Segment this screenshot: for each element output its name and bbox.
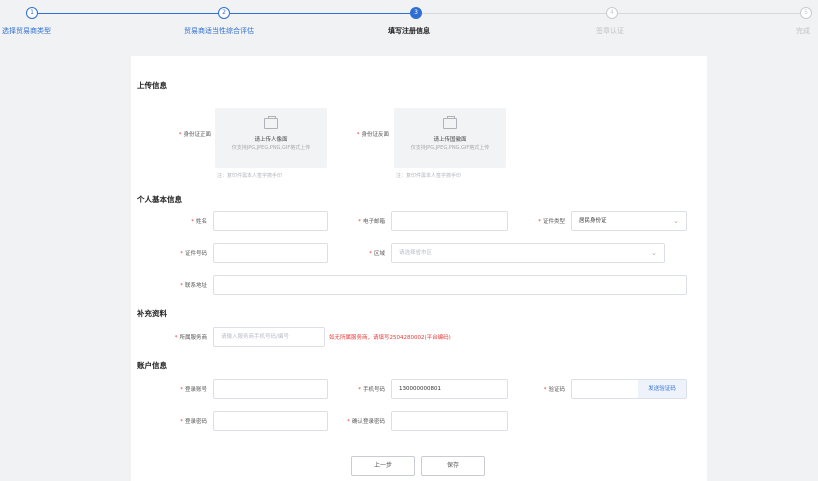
label-email: * 电子邮箱: [358, 219, 385, 225]
step-2-label: 贸易商适当性综合评估: [184, 27, 254, 35]
label-password: * 登录密码: [180, 419, 207, 425]
step-5-label: 完成: [796, 27, 810, 35]
label-id-number: * 证件号码: [180, 251, 207, 257]
chevron-down-icon: ⌄: [673, 217, 679, 225]
registration-form: 上传信息 * 身份证正面 请上传人像面 仅支持JPG,JPEG,PNG,GIF格式…: [131, 56, 707, 481]
label-id-type: * 证件类型: [538, 219, 565, 225]
section-title-personal: 个人基本信息: [137, 195, 182, 204]
address-input[interactable]: [213, 275, 687, 295]
label-address: * 联系地址: [180, 283, 207, 289]
step-connector: [422, 13, 608, 14]
step-1-label: 选择贸易商类型: [2, 27, 51, 35]
section-title-upload: 上传信息: [137, 81, 167, 90]
upload-id-back[interactable]: 请上传国徽面 仅支持JPG,JPEG,PNG,GIF格式上传: [394, 108, 506, 168]
step-1-circle: 1: [26, 7, 38, 19]
step-2-circle: 2: [218, 7, 230, 19]
upload-front-formats: 仅支持JPG,JPEG,PNG,GIF格式上传: [231, 145, 311, 151]
region-select[interactable]: 请选择省市区 ⌄: [391, 243, 665, 263]
step-connector: [38, 13, 220, 14]
send-code-button[interactable]: 发送验证码: [638, 379, 687, 399]
progress-steps: 1 2 3 4 5 选择贸易商类型 贸易商适当性综合评估 填写注册信息 签章认证…: [0, 0, 818, 44]
section-title-supplement: 补充资料: [137, 309, 167, 318]
step-3-label: 填写注册信息: [388, 27, 430, 35]
step-connector: [618, 13, 800, 14]
label-confirm-password: * 确认登录密码: [347, 419, 385, 425]
id-number-input[interactable]: [213, 243, 328, 263]
upload-front-note: 注：复印件需本人签字捺手印: [217, 173, 283, 179]
step-5-circle: 5: [800, 7, 812, 19]
upload-back-formats: 仅支持JPG,JPEG,PNG,GIF格式上传: [410, 145, 490, 151]
section-title-account: 账户信息: [137, 361, 167, 370]
label-id-back: * 身份证反面: [356, 132, 389, 138]
verification-code-input[interactable]: [571, 379, 639, 399]
login-account-input[interactable]: [213, 379, 328, 399]
upload-id-front[interactable]: 请上传人像面 仅支持JPG,JPEG,PNG,GIF格式上传: [215, 108, 327, 168]
label-service-provider: * 所属服务商: [174, 335, 207, 341]
id-card-icon: [264, 116, 278, 129]
label-region: * 区域: [369, 251, 385, 257]
label-login-account: * 登录账号: [180, 387, 207, 393]
password-input[interactable]: [213, 411, 328, 431]
prev-step-button[interactable]: 上一步: [351, 456, 415, 476]
step-3-circle: 3: [410, 7, 422, 19]
step-connector: [230, 13, 412, 14]
upload-back-hint: 请上传国徽面: [433, 137, 467, 143]
name-input[interactable]: [213, 211, 328, 231]
chevron-down-icon: ⌄: [651, 249, 657, 257]
label-name: * 姓名: [191, 219, 207, 225]
service-provider-input[interactable]: 请输入服务商手机号码/编号: [213, 327, 325, 347]
step-4-circle: 4: [606, 7, 618, 19]
phone-input[interactable]: 130000000801: [391, 379, 508, 399]
upload-front-hint: 请上传人像面: [254, 137, 288, 143]
upload-back-note: 注：复印件需本人签字捺手印: [396, 173, 462, 179]
confirm-password-input[interactable]: [391, 411, 508, 431]
service-provider-warning: 如无所属服务商，请填写2504280002(平台编码): [329, 335, 451, 341]
save-button[interactable]: 保存: [421, 456, 485, 476]
id-card-icon: [443, 116, 457, 129]
label-verification-code: * 验证码: [543, 387, 565, 393]
label-phone: * 手机号码: [358, 387, 385, 393]
email-input[interactable]: [391, 211, 508, 231]
step-4-label: 签章认证: [596, 27, 624, 35]
label-id-front: * 身份证正面: [178, 132, 211, 138]
id-type-select[interactable]: 居民身份证 ⌄: [571, 211, 687, 231]
